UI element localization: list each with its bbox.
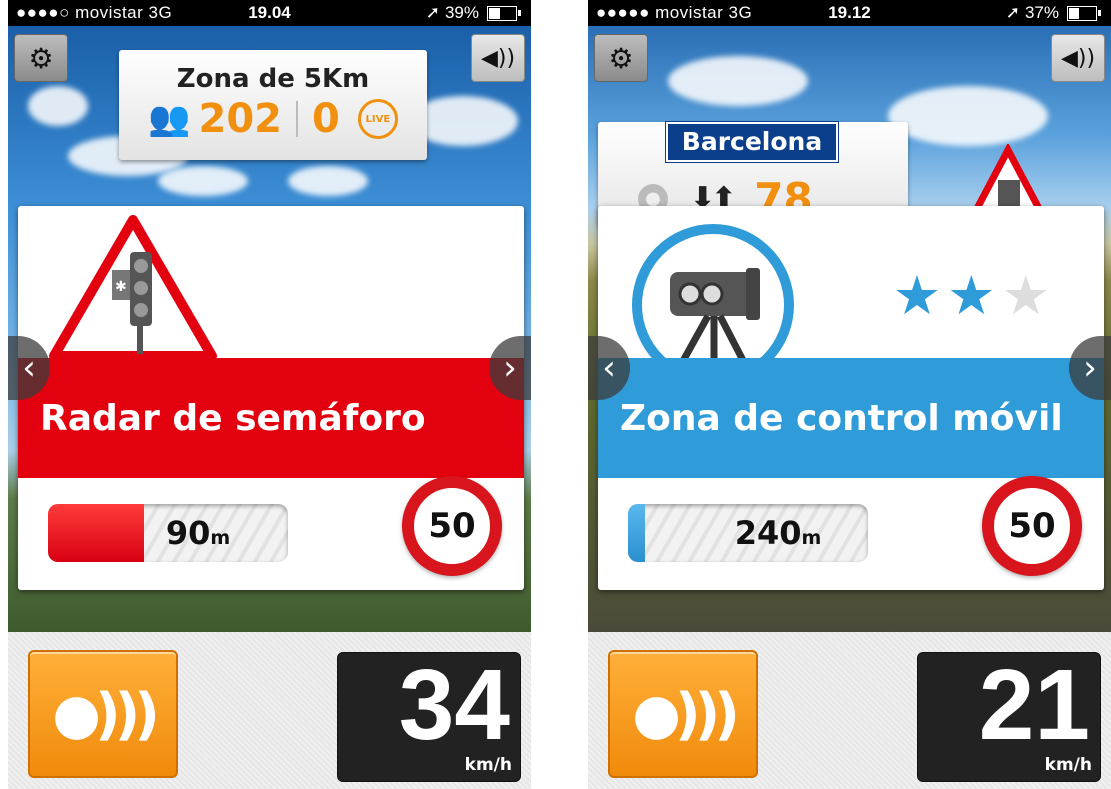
sound-button[interactable]: ◀)): [1051, 34, 1105, 82]
alert-band: Zona de control móvil: [598, 358, 1104, 478]
chevron-left-icon: ‹: [22, 348, 36, 388]
traffic-light-radar-icon: ✱: [49, 215, 217, 360]
settings-button[interactable]: ⚙: [594, 34, 648, 82]
mobile-speed-camera-icon: [632, 224, 794, 370]
zone-panel: Zona de 5Km 👥 202 0 LIVE: [119, 50, 427, 160]
distance-bar: 90m: [48, 504, 288, 562]
phone-screen-2: ●●●●● movistar 3G 19.12 ➚ 37% ⚙ ◀)) Barc…: [588, 0, 1111, 789]
gear-icon: ⚙: [608, 41, 634, 75]
rating-stars: ★★★: [893, 264, 1056, 327]
zone-reports-count: 0: [312, 96, 340, 142]
status-bar: ●●●●○ movistar 3G 19.04 ➚ 39%: [8, 0, 531, 26]
star-icon: ★: [947, 264, 1002, 327]
battery-percent: 39%: [444, 3, 479, 22]
location-arrow-icon: ➚: [1005, 3, 1020, 22]
divider: [296, 101, 298, 137]
radar-alert-icon: ●))): [632, 681, 740, 747]
people-icon: 👥: [148, 99, 191, 139]
gear-icon: ⚙: [28, 41, 54, 75]
report-alert-button[interactable]: ●))): [608, 650, 758, 778]
location-arrow-icon: ➚: [425, 3, 440, 22]
alert-card[interactable]: ✱ Radar de semáforo 90m 50: [18, 206, 524, 590]
settings-button[interactable]: ⚙: [14, 34, 68, 82]
star-icon: ★: [1001, 264, 1056, 327]
distance-bar: 240m: [628, 504, 868, 562]
distance-unit: m: [210, 527, 231, 549]
phone-screen-1: ●●●●○ movistar 3G 19.04 ➚ 39% ⚙ ◀)) Zona…: [8, 0, 531, 789]
speaker-icon: ◀)): [480, 45, 516, 71]
city-name: Barcelona: [665, 121, 839, 163]
zone-title: Zona de 5Km: [176, 64, 370, 94]
distance-value: 240: [734, 514, 802, 552]
speaker-icon: ◀)): [1060, 45, 1096, 71]
current-speed: 34 km/h: [337, 652, 521, 782]
alert-band: Radar de semáforo: [18, 358, 524, 478]
speed-limit-sign: 50: [982, 476, 1082, 576]
speed-value: 34: [398, 649, 510, 761]
alert-card[interactable]: ★★★ Zona de control móvil 240m 50: [598, 206, 1104, 590]
speed-unit: km/h: [464, 755, 512, 775]
alert-title: Zona de control móvil: [620, 397, 1063, 439]
alert-title: Radar de semáforo: [40, 397, 426, 439]
sound-button[interactable]: ◀)): [471, 34, 525, 82]
bottom-bar: ●))) 21 km/h: [588, 632, 1111, 789]
status-bar: ●●●●● movistar 3G 19.12 ➚ 37%: [588, 0, 1111, 26]
live-icon: LIVE: [357, 99, 398, 139]
current-speed: 21 km/h: [917, 652, 1101, 782]
distance-unit: m: [801, 527, 822, 549]
chevron-left-icon: ‹: [602, 348, 616, 388]
star-icon: ★: [892, 264, 948, 327]
speed-unit: km/h: [1044, 755, 1092, 775]
speed-value: 21: [978, 649, 1090, 761]
chevron-right-icon: ›: [503, 348, 517, 388]
battery-percent: 37%: [1024, 3, 1059, 22]
bottom-bar: ●))) 34 km/h: [8, 632, 531, 789]
radar-alert-icon: ●))): [52, 681, 160, 747]
svg-text:✱: ✱: [115, 279, 127, 295]
zone-users-count: 202: [198, 96, 283, 142]
battery-icon: [487, 5, 521, 21]
speed-limit-sign: 50: [402, 476, 502, 576]
battery-icon: [1067, 5, 1101, 21]
report-alert-button[interactable]: ●))): [28, 650, 178, 778]
chevron-right-icon: ›: [1083, 348, 1097, 388]
distance-value: 90: [165, 514, 211, 552]
